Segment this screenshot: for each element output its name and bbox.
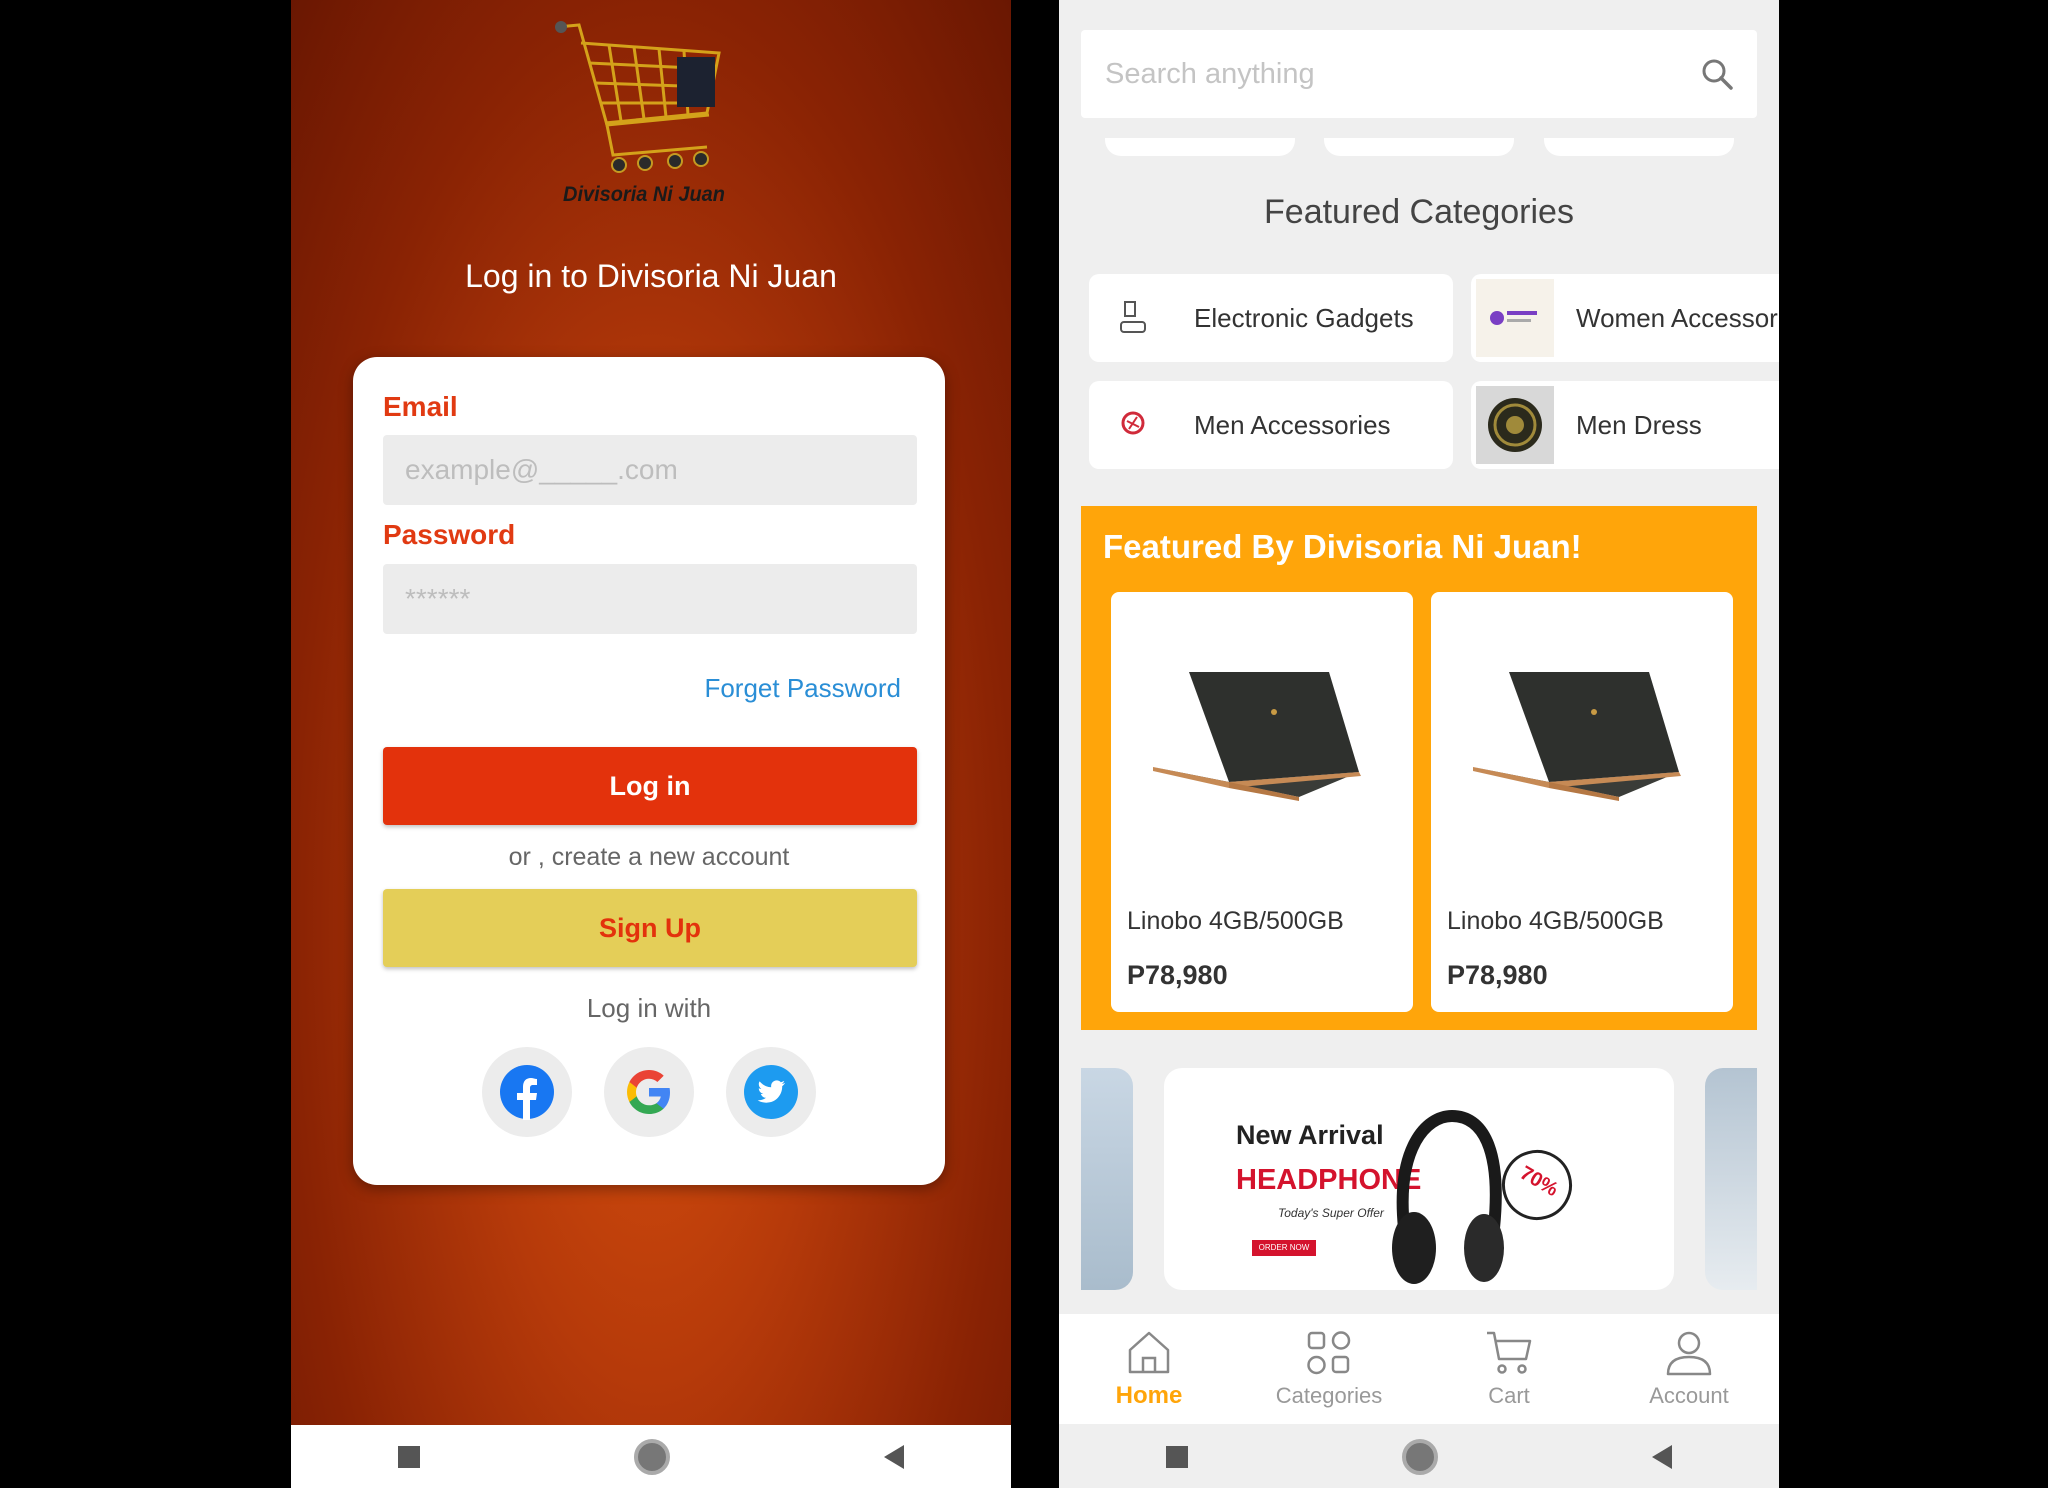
nav-label: Account	[1649, 1383, 1729, 1408]
product-card[interactable]: Linobo 4GB/500GB P78,980	[1431, 592, 1733, 1012]
banner-slide[interactable]: New Arrival HEADPHONE Today's Super Offe…	[1164, 1068, 1674, 1290]
nav-cart[interactable]: Cart	[1419, 1314, 1599, 1424]
product-name: Linobo 4GB/500GB	[1127, 907, 1344, 935]
laptop-image	[1153, 672, 1361, 801]
signup-button[interactable]: Sign Up	[383, 889, 917, 967]
category-men-dress[interactable]: Men Dress	[1471, 381, 1779, 469]
forgot-password-link[interactable]: Forget Password	[704, 673, 901, 704]
category-chip[interactable]	[1105, 138, 1295, 156]
featured-title: Featured By Divisoria Ni Juan!	[1103, 528, 1582, 565]
bottom-nav: Home Categories Cart Account	[1059, 1314, 1779, 1424]
facebook-login-button[interactable]	[482, 1047, 572, 1137]
recent-apps-icon[interactable]	[398, 1445, 420, 1468]
back-system-icon[interactable]	[1652, 1444, 1672, 1469]
banner-slide-next[interactable]	[1705, 1068, 1757, 1290]
system-nav-bar	[291, 1425, 1011, 1488]
home-icon	[1128, 1331, 1170, 1374]
order-now-button[interactable]: ORDER NOW	[1252, 1240, 1316, 1256]
login-card: Email Password Forget Password Log in or…	[353, 357, 945, 1185]
email-label: Email	[383, 391, 458, 422]
search-input[interactable]	[1103, 56, 1699, 92]
system-nav-bar	[1059, 1425, 1779, 1488]
category-electronic-gadgets[interactable]: Electronic Gadgets	[1089, 274, 1453, 362]
email-field[interactable]	[383, 435, 917, 505]
password-field[interactable]	[383, 564, 917, 634]
category-men-accessories[interactable]: Men Accessories	[1089, 381, 1453, 469]
banner-slide-prev[interactable]	[1081, 1068, 1133, 1290]
back-system-icon[interactable]	[884, 1444, 904, 1469]
cart-icon	[1487, 1331, 1532, 1374]
category-label: Men Dress	[1576, 409, 1702, 440]
product-card[interactable]: Linobo 4GB/500GB P78,980	[1111, 592, 1413, 1012]
category-chip[interactable]	[1544, 138, 1734, 156]
nav-categories[interactable]: Categories	[1239, 1314, 1419, 1424]
banner-subtitle: Today's Super Offer	[1278, 1206, 1384, 1220]
twitter-icon	[744, 1065, 798, 1119]
search-bar[interactable]	[1081, 30, 1757, 118]
nav-account[interactable]: Account	[1599, 1314, 1779, 1424]
men-dress-icon	[1476, 386, 1554, 464]
electronics-icon	[1094, 279, 1172, 357]
product-price: P78,980	[1127, 960, 1228, 990]
search-icon[interactable]	[1699, 56, 1735, 92]
product-name: Linobo 4GB/500GB	[1447, 907, 1664, 935]
page-title: Log in to Divisoria Ni Juan	[465, 258, 837, 294]
featured-categories-title: Featured Categories	[1264, 193, 1574, 231]
banner-headline: New Arrival	[1236, 1120, 1384, 1150]
account-icon	[1666, 1331, 1712, 1376]
home-screen: Featured Categories Electronic Gadgets W…	[1059, 0, 1779, 1488]
home-system-icon[interactable]	[634, 1438, 670, 1475]
nav-home[interactable]: Home	[1059, 1314, 1239, 1424]
login-button[interactable]: Log in	[383, 747, 917, 825]
home-system-icon[interactable]	[1402, 1438, 1438, 1475]
featured-section: Featured By Divisoria Ni Juan! Linobo 4G…	[1081, 506, 1757, 1030]
google-login-button[interactable]	[604, 1047, 694, 1137]
laptop-image	[1473, 672, 1681, 801]
recent-apps-icon[interactable]	[1166, 1445, 1188, 1468]
twitter-login-button[interactable]	[726, 1047, 816, 1137]
nav-label: Home	[1115, 1382, 1183, 1409]
headphone-image	[1392, 1109, 1504, 1284]
or-create-account-text: or , create a new account	[508, 843, 790, 871]
category-women-accessories[interactable]: Women Accessories	[1471, 274, 1779, 362]
google-icon	[627, 1070, 670, 1114]
password-label: Password	[383, 519, 516, 550]
women-accessories-icon	[1476, 279, 1554, 357]
app-logo: Divisoria Ni Juan	[549, 15, 739, 215]
login-with-text: Log in with	[586, 993, 712, 1023]
login-screen: Divisoria Ni Juan Log in to Divisoria Ni…	[291, 0, 1011, 1488]
category-row: Electronic Gadgets Women Accessories	[1089, 274, 1779, 364]
nav-label: Categories	[1275, 1383, 1383, 1408]
category-row: Men Accessories Men Dress	[1089, 381, 1779, 471]
category-chip[interactable]	[1324, 138, 1514, 156]
men-accessories-icon	[1094, 386, 1172, 464]
category-label: Women Accessories	[1576, 302, 1779, 333]
categories-icon	[1307, 1331, 1351, 1375]
facebook-icon	[500, 1065, 554, 1120]
product-price: P78,980	[1447, 960, 1548, 990]
nav-label: Cart	[1488, 1383, 1530, 1408]
category-label: Electronic Gadgets	[1194, 302, 1414, 333]
logo-text: Divisoria Ni Juan	[563, 183, 725, 206]
category-label: Men Accessories	[1194, 409, 1391, 440]
